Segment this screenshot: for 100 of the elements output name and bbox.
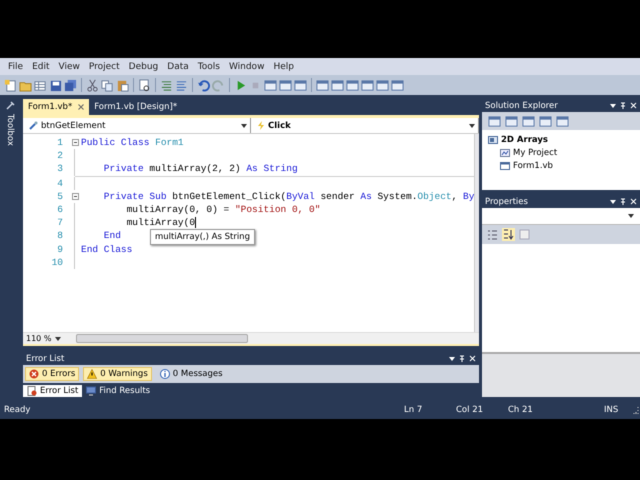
scissors-icon[interactable] <box>86 78 99 92</box>
solution-icon <box>488 134 498 144</box>
menu-item[interactable]: Tools <box>194 62 224 72</box>
dropdown-arrow-icon[interactable] <box>610 104 616 108</box>
close-icon[interactable] <box>78 104 84 110</box>
lightning-icon <box>257 121 265 130</box>
tree-item[interactable]: 2D Arrays <box>501 134 548 144</box>
panel-title: Solution Explorer <box>485 100 558 110</box>
paste-icon[interactable] <box>116 78 129 92</box>
filter-button[interactable]: 0 Errors <box>25 367 80 381</box>
toolbox-tab[interactable]: Toolbox <box>5 114 15 146</box>
line-number: 5 <box>56 190 64 202</box>
wrench-icon <box>5 101 15 111</box>
dropdown-arrow-icon[interactable] <box>241 124 247 128</box>
object-dropdown[interactable]: btnGetElement <box>23 118 251 133</box>
undo-icon[interactable] <box>197 78 210 92</box>
window-icon[interactable] <box>522 114 535 128</box>
uncomment-lines-icon[interactable] <box>175 78 188 92</box>
copy-icon[interactable] <box>101 78 114 92</box>
error-list-icon <box>27 386 37 396</box>
window-icon[interactable] <box>391 78 404 92</box>
document-tab[interactable]: Form1.vb* <box>23 99 90 115</box>
event-dropdown[interactable]: Click <box>251 118 479 133</box>
code-text: End Class <box>81 244 132 255</box>
dropdown-arrow-icon[interactable] <box>449 356 455 360</box>
window-icon[interactable] <box>279 78 292 92</box>
panel-title: Error List <box>26 354 64 364</box>
menu-item[interactable]: Help <box>269 62 298 72</box>
collapse-icon[interactable] <box>72 139 78 146</box>
code-text: Public Class Form1 <box>81 137 184 148</box>
menu-item[interactable]: Edit <box>28 62 54 72</box>
dropdown-arrow-icon[interactable] <box>610 200 616 204</box>
window-icon[interactable] <box>264 78 277 92</box>
comment-lines-icon[interactable] <box>160 78 173 92</box>
insert-mode-indicator: INS <box>604 404 618 414</box>
line-number: 6 <box>56 204 64 216</box>
find-results-icon <box>86 386 96 396</box>
window-icon[interactable] <box>376 78 389 92</box>
tree-item[interactable]: My Project <box>513 148 558 158</box>
window-icon[interactable] <box>346 78 359 92</box>
object-icon <box>29 121 38 130</box>
pin-icon[interactable] <box>620 102 626 110</box>
line-number: 2 <box>56 150 64 162</box>
filter-button[interactable]: 0 Messages <box>156 367 227 381</box>
window-icon[interactable] <box>361 78 374 92</box>
code-text: Private Sub btnGetElement_Click(ByVal sender As System.Object, By <box>102 190 474 202</box>
project-icon <box>500 148 510 158</box>
code-text: End <box>102 230 121 242</box>
error-icon <box>29 369 39 379</box>
menu-item[interactable]: Project <box>84 62 124 72</box>
window-icon[interactable] <box>331 78 344 92</box>
scrollbar-thumb[interactable] <box>76 334 248 343</box>
save-all-icon[interactable] <box>64 78 77 92</box>
char-indicator: Ch 21 <box>508 404 533 414</box>
window-icon[interactable] <box>488 114 501 128</box>
window-icon[interactable] <box>556 114 569 128</box>
save-icon[interactable] <box>49 78 62 92</box>
line-number: 1 <box>56 137 64 148</box>
code-text: multiArray(0, 0) = "Position 0, 0" <box>126 204 320 216</box>
pin-icon[interactable] <box>459 354 465 362</box>
menu-item[interactable]: View <box>54 62 84 72</box>
find-icon[interactable] <box>138 78 151 92</box>
menu-item[interactable]: Data <box>163 62 193 72</box>
line-number: 4 <box>56 178 64 189</box>
document-tab[interactable]: Form1.vb [Design]* <box>89 99 182 115</box>
line-number: 10 <box>50 256 64 268</box>
panel-tab[interactable]: Find Results <box>82 385 154 397</box>
line-number: 3 <box>56 163 64 174</box>
line-number: 9 <box>56 244 64 255</box>
line-indicator: Ln 7 <box>404 404 422 414</box>
form-icon <box>500 160 510 170</box>
status-message: Ready <box>4 404 30 414</box>
collapse-icon[interactable] <box>72 192 78 200</box>
vertical-scrollbar[interactable] <box>474 134 479 332</box>
dropdown-arrow-icon[interactable] <box>628 214 634 218</box>
line-number: 7 <box>56 217 64 228</box>
info-icon <box>160 369 170 379</box>
line-number: 8 <box>56 230 64 242</box>
window-icon[interactable] <box>316 78 329 92</box>
categorized-icon[interactable] <box>486 228 499 241</box>
menu-item[interactable]: Window <box>224 62 268 72</box>
pin-icon[interactable] <box>620 198 626 206</box>
sort-alphabetical-icon[interactable] <box>502 228 515 241</box>
panel-tab[interactable]: Error List <box>23 385 82 397</box>
warning-icon <box>87 369 98 379</box>
grid-icon[interactable] <box>34 78 47 92</box>
panel-title: Properties <box>485 196 528 206</box>
zoom-dropdown[interactable]: 110 % <box>23 334 70 343</box>
menu-item[interactable]: Debug <box>124 62 162 72</box>
code-text: Private multiArray(2, 2) As String <box>102 163 298 174</box>
filter-button[interactable]: 0 Warnings <box>83 367 152 381</box>
window-icon[interactable] <box>294 78 307 92</box>
dropdown-arrow-icon[interactable] <box>55 336 62 340</box>
dropdown-arrow-icon[interactable] <box>469 124 475 128</box>
window-icon[interactable] <box>539 114 552 128</box>
tree-item[interactable]: Form1.vb <box>513 160 553 170</box>
new-file-icon[interactable] <box>4 78 17 92</box>
window-icon[interactable] <box>505 114 518 128</box>
column-indicator: Col 21 <box>456 404 484 414</box>
menu-item[interactable]: File <box>4 62 28 72</box>
